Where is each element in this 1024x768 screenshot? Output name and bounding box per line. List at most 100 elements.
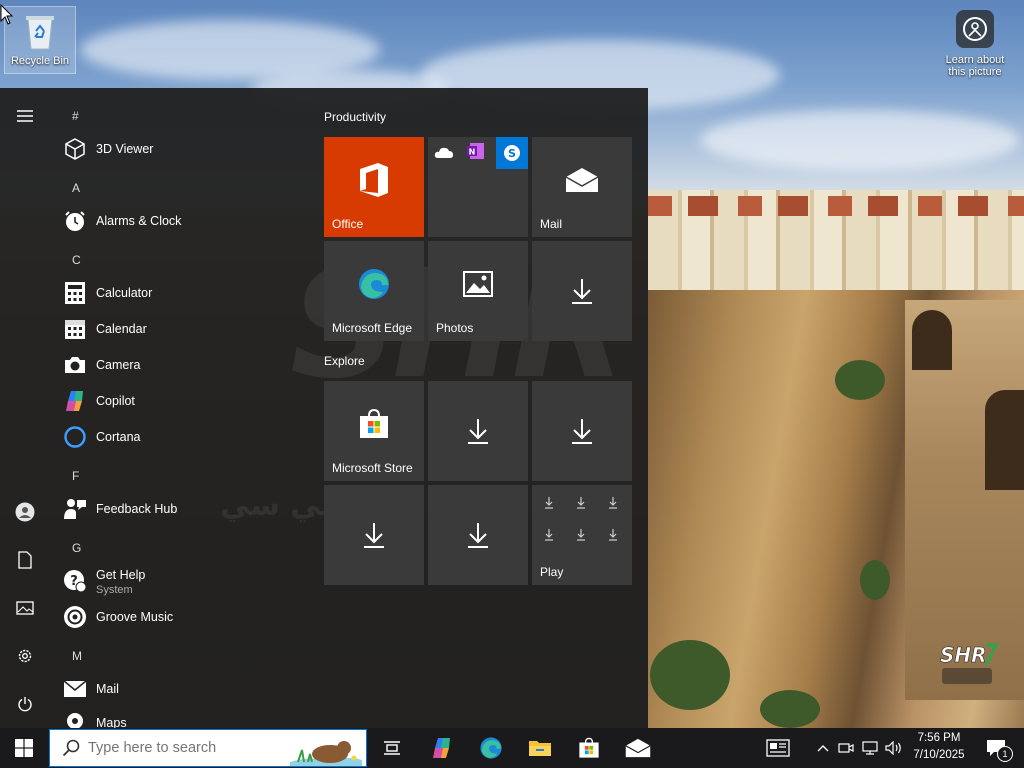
tile-download-pending-4[interactable] [324,485,424,585]
speaker-icon [885,741,901,755]
letter-header-f[interactable]: F [72,469,79,483]
clock-button[interactable]: 7:56 PM 7/10/2025 [906,730,972,764]
app-copilot[interactable]: Copilot [62,384,292,418]
cortana-icon [62,424,88,450]
file-explorer-taskbar-button[interactable] [518,728,562,768]
letter-header-c[interactable]: C [72,253,81,267]
edge-icon [480,737,502,759]
search-box[interactable] [49,729,367,767]
search-icon [62,739,80,757]
photos-icon [463,271,493,297]
app-groove-music[interactable]: Groove Music [62,600,292,634]
download-icon [364,523,384,548]
search-highlight-capybara-icon [290,741,362,766]
task-view-icon [384,741,400,755]
app-alarms-clock[interactable]: Alarms & Clock [62,204,292,238]
meet-now-button[interactable] [836,728,856,768]
groove-music-icon [62,604,88,630]
camera-video-icon [838,743,854,753]
mouse-cursor-icon [0,4,14,25]
small-download-icons [545,497,617,541]
onenote-icon: N [467,143,484,159]
clock-time: 7:56 PM [917,732,961,744]
power-icon [18,697,32,712]
letter-header-hash[interactable]: # [72,109,79,123]
news-widget-button[interactable] [760,728,796,768]
start-rail [0,88,50,728]
svg-text:SHR: SHR [940,643,987,667]
tile-photos[interactable]: Photos [428,241,528,341]
app-maps[interactable]: Maps [62,706,292,728]
show-hidden-icons-button[interactable] [812,728,834,768]
settings-button[interactable] [0,636,50,676]
copilot-taskbar-button[interactable] [420,728,464,768]
shr-logo: SHR [936,640,1006,690]
action-center-button[interactable]: 1 [976,728,1016,768]
letter-header-a[interactable]: A [72,181,80,195]
tile-download-pending-3[interactable] [532,381,632,481]
start-menu: SHR بي سي # 3D Viewer A Ala [0,88,648,728]
group-title-explore[interactable]: Explore [324,354,365,368]
documents-button[interactable] [0,540,50,580]
tile-office-apps-folder[interactable]: N S [428,137,528,237]
app-calculator[interactable]: Calculator [62,276,292,310]
power-button[interactable] [0,684,50,724]
tile-office[interactable]: Office [324,137,424,237]
download-icon [572,279,592,304]
store-taskbar-button[interactable] [567,728,611,768]
learn-label-line1: Learn about [945,54,1005,66]
pictures-button[interactable] [0,588,50,628]
app-get-help[interactable]: ? Get Help System [62,564,292,598]
app-feedback-hub[interactable]: Feedback Hub [62,492,292,526]
edge-taskbar-button[interactable] [469,728,513,768]
edge-icon [359,269,389,299]
tile-microsoft-store[interactable]: Microsoft Store [324,381,424,481]
svg-text:N: N [469,148,476,157]
tile-download-pending-5[interactable] [428,485,528,585]
skype-icon: S [496,137,528,169]
hamburger-icon [17,110,33,122]
start-button[interactable] [2,728,46,768]
gear-icon [18,649,32,663]
office-icon [360,163,388,197]
expand-menu-button[interactable] [0,96,50,136]
download-icon [572,419,592,444]
tile-mail[interactable]: Mail [532,137,632,237]
news-icon [766,739,790,757]
user-account-button[interactable] [0,492,50,532]
tile-download-pending-2[interactable] [428,381,528,481]
maps-icon [62,710,88,728]
group-title-productivity[interactable]: Productivity [324,110,386,124]
app-camera[interactable]: Camera [62,348,292,382]
app-mail[interactable]: Mail [62,672,292,706]
recycle-bin-icon[interactable]: Recycle Bin [4,6,76,74]
volume-button[interactable] [883,728,905,768]
taskbar: 7:56 PM 7/10/2025 1 [0,728,1024,768]
learn-about-picture-icon[interactable]: Learn about this picture [938,10,1012,78]
feedback-hub-icon [62,496,88,522]
mail-tile-icon [565,168,599,192]
app-calendar[interactable]: Calendar [62,312,292,346]
mail-taskbar-button[interactable] [616,728,660,768]
store-icon [579,737,599,758]
letter-header-m[interactable]: M [72,649,82,663]
network-button[interactable] [859,728,881,768]
mail-icon [625,738,651,758]
folder-icon [529,741,551,756]
tile-area: Productivity Office N S Mail Microsoft E… [324,88,648,728]
mail-icon [62,676,88,702]
letter-header-g[interactable]: G [72,541,81,555]
tile-play-folder[interactable]: Play [532,485,632,585]
learn-label-line2: this picture [948,66,1002,78]
clock-date: 7/10/2025 [913,749,965,761]
tile-microsoft-edge[interactable]: Microsoft Edge [324,241,424,341]
copilot-icon [62,388,88,414]
task-view-button[interactable] [370,728,414,768]
download-icon [468,419,488,444]
tile-download-pending-1[interactable] [532,241,632,341]
app-3d-viewer[interactable]: 3D Viewer [62,132,292,166]
trash-can-icon [26,16,54,50]
app-cortana[interactable]: Cortana [62,420,292,454]
camera-icon [62,352,88,378]
search-input[interactable] [86,739,290,757]
